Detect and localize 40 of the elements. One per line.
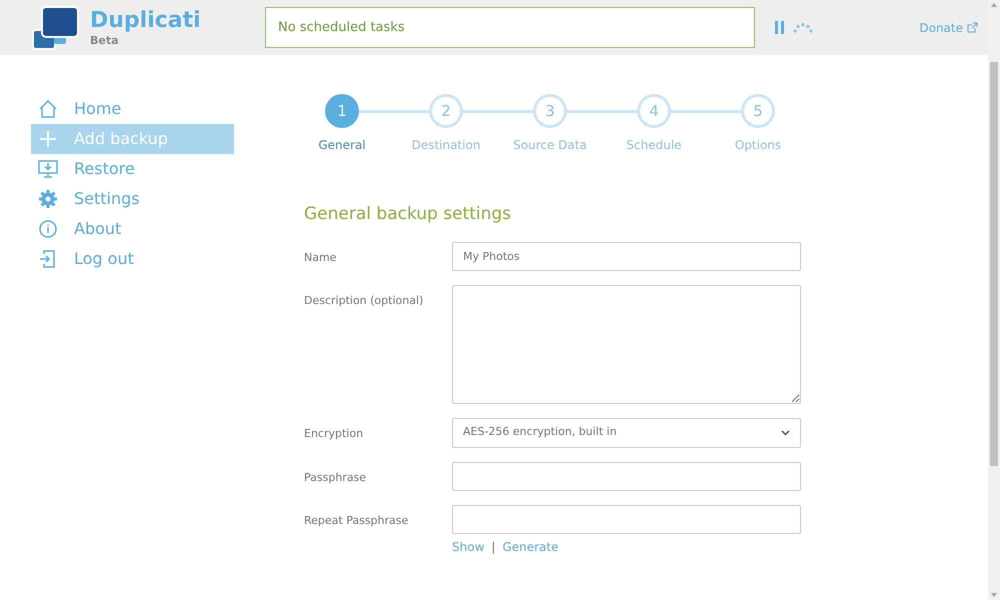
field-label: Name	[304, 250, 338, 266]
form-title: General backup settings	[304, 203, 512, 226]
chevron-icon	[781, 430, 790, 436]
pause-icon[interactable]	[775, 21, 785, 34]
sidebar-item[interactable]: About	[31, 214, 234, 244]
home-icon	[37, 98, 59, 120]
name-field[interactable]: My Photos	[452, 242, 801, 270]
field-label: Description (optional)	[304, 292, 424, 308]
scrollbar-drawing[interactable]	[988, 0, 1000, 600]
passphrase-field[interactable]	[452, 504, 801, 534]
settings-icon	[37, 188, 59, 210]
edition-label: Beta	[90, 34, 120, 46]
step-label: Schedule	[626, 137, 682, 154]
status-box: No scheduled tasks	[265, 7, 755, 48]
field-label: Repeat Passphrase	[304, 512, 410, 528]
throttle-icon[interactable]	[793, 22, 813, 32]
info-icon	[37, 218, 59, 240]
sidebar-item[interactable]: Restore	[31, 154, 234, 184]
step-label: Destination	[412, 137, 480, 154]
external-link-icon	[967, 22, 978, 33]
sidebar-item[interactable]: Log out	[31, 244, 234, 274]
passphrase-field[interactable]	[452, 462, 801, 490]
step-label: Source Data	[513, 137, 587, 154]
encryption-dropdown[interactable]: AES-256 encryption, built in	[452, 418, 801, 448]
sidebar-item[interactable]: Settings	[31, 184, 234, 214]
logo-icon	[32, 6, 80, 50]
field-label: Encryption	[304, 426, 364, 442]
step-label: General	[318, 137, 366, 154]
sidebar-item[interactable]: Add backup	[31, 124, 234, 154]
sidebar-item[interactable]: Home	[31, 94, 234, 124]
step-label: Options	[734, 137, 782, 154]
app-name: Duplicati	[90, 10, 201, 32]
monitor-icon	[37, 158, 59, 180]
donate-link[interactable]: Donate	[919, 18, 978, 36]
plus-icon	[37, 128, 59, 150]
field-label: Passphrase	[304, 470, 368, 486]
link[interactable]: Generate	[502, 538, 558, 556]
link[interactable]: Show	[452, 538, 484, 556]
description-field[interactable]	[452, 284, 801, 404]
separator: |	[491, 538, 496, 556]
